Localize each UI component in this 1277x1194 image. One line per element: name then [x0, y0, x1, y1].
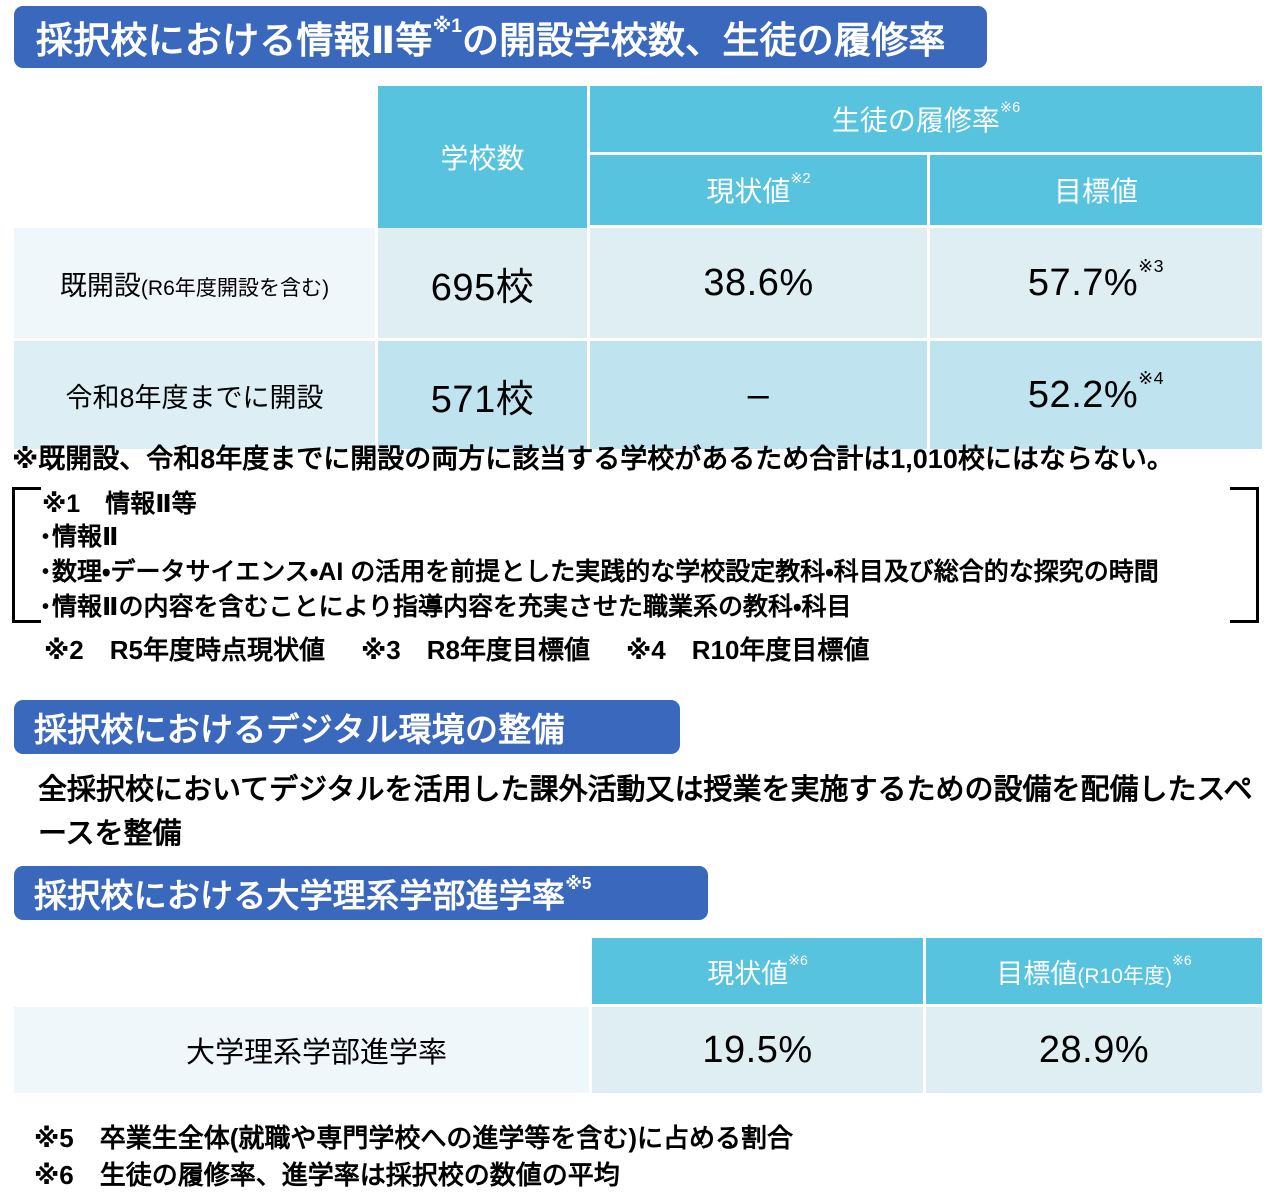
row-label-existing-paren: (R6年度開設を含む) [140, 276, 330, 300]
header-current-value: 現状値※2 [590, 155, 930, 228]
cell-current-by-r8: – [590, 341, 930, 449]
header-school-count: 学校数 [378, 86, 590, 228]
bracket-right [1230, 487, 1259, 623]
header-target-value: 目標値 [930, 155, 1263, 228]
section-heading-1-text-after: の開設学校数、生徒の履修率 [461, 20, 946, 61]
cell-school-count-existing: 695校 [378, 228, 590, 341]
header-enrollment-group: 生徒の履修率※6 [590, 86, 1263, 155]
table-header-row-top: 学校数 生徒の履修率※6 [14, 86, 1263, 228]
header2-target-value-sup: ※6 [1172, 952, 1192, 969]
header-enrollment-group-text: 生徒の履修率 [831, 105, 1000, 136]
cell-target-existing-sup: ※3 [1138, 255, 1165, 276]
cell-current-existing: 38.6% [590, 228, 930, 341]
cell-target-by-r8-sup: ※4 [1138, 367, 1165, 388]
header-current-value-sup: ※2 [790, 171, 811, 188]
header-enrollment-group-sup: ※6 [999, 100, 1021, 117]
row-label-university-rate: 大学理系学部進学率 [14, 1007, 592, 1093]
cell-current-university-rate: 19.5% [592, 1007, 926, 1093]
table2-corner-cell [14, 938, 592, 1007]
footnote-2: ※2 R5年度時点現状値 [44, 635, 325, 665]
footnote-3: ※3 R8年度目標値 [360, 635, 590, 665]
header2-current-value: 現状値※6 [592, 938, 926, 1007]
cell-target-existing: 57.7%※3 [930, 228, 1263, 341]
table-row: 大学理系学部進学率 19.5% 28.9% [14, 1007, 1262, 1093]
section-heading-3: 採択校における大学理系学部進学率 ※5 [14, 866, 708, 920]
cell-target-by-r8: 52.2%※4 [930, 341, 1263, 449]
header2-target-value-text: 目標値 [996, 958, 1078, 989]
section-heading-1-text: 採択校における情報Ⅱ等 [36, 20, 433, 61]
footnotes-234: ※2 R5年度時点現状値 ※3 R8年度目標値 ※4 R10年度目標値 [44, 634, 869, 667]
header-current-value-text: 現状値 [706, 176, 791, 207]
table-row: 令和8年度までに開設 571校 – 52.2%※4 [14, 341, 1263, 449]
section-heading-2-text: 採択校におけるデジタル環境の整備 [34, 711, 565, 748]
section-heading-2: 採択校におけるデジタル環境の整備 [14, 700, 680, 754]
enrollment-table: 学校数 生徒の履修率※6 現状値※2 目標値 既開設(R6年度開設を含む) 69… [14, 86, 1263, 449]
footnote-item: 情報Ⅱの内容を含むことにより指導内容を充実させた職業系の教科・科目 [42, 591, 1225, 626]
cell-school-count-by-r8: 571校 [378, 341, 590, 449]
footnote-4: ※4 R10年度目標値 [625, 635, 870, 665]
total-footnote: ※既開設、令和8年度までに開設の両方に該当する学校があるため合計は1,010校に… [12, 444, 1174, 474]
header2-target-value: 目標値(R10年度)※6 [926, 938, 1262, 1007]
header2-target-value-paren: (R10年度) [1077, 964, 1173, 988]
footnote-6: ※6 生徒の履修率、進学率は採択校の数値の平均 [34, 1160, 620, 1190]
header2-current-value-text: 現状値 [707, 958, 789, 989]
footnote-item: 数理・データサイエンス・AI の活用を前提とした実践的な学校設定教科・科目及び総… [42, 556, 1225, 591]
section-heading-1: 採択校における情報Ⅱ等 ※1 の開設学校数、生徒の履修率 [14, 6, 987, 68]
header2-current-value-sup: ※6 [788, 952, 808, 969]
footnotes-56: ※5 卒業生全体(就職や専門学校への進学等を含む)に占める割合 ※6 生徒の履修… [34, 1120, 793, 1194]
table-row: 既開設(R6年度開設を含む) 695校 38.6% 57.7%※3 [14, 228, 1263, 341]
footnote-title: ※1 情報Ⅱ等 [42, 490, 197, 518]
row-label-existing-text: 既開設 [59, 270, 141, 301]
footnote-bracket-box: ※1 情報Ⅱ等 情報Ⅱ 数理・データサイエンス・AI の活用を前提とした実践的な… [12, 487, 1259, 623]
row-label-by-r8: 令和8年度までに開設 [14, 341, 378, 449]
footnote-lines: ※1 情報Ⅱ等 情報Ⅱ 数理・データサイエンス・AI の活用を前提とした実践的な… [42, 488, 1225, 626]
footnote-item: 情報Ⅱ [42, 521, 1225, 556]
bracket-left [12, 487, 41, 623]
section-heading-3-text: 採択校における大学理系学部進学率 [34, 877, 566, 914]
table-corner-cell [14, 86, 378, 228]
row-label-by-r8-text: 令和8年度までに開設 [65, 382, 324, 413]
cell-target-by-r8-value: 52.2% [1027, 373, 1139, 416]
digital-section-body: 全採択校においてデジタルを活用した課外活動又は授業を実施するための設備を配備した… [38, 774, 1253, 850]
section-heading-3-sup: ※5 [565, 873, 592, 894]
university-rate-table: 現状値※6 目標値(R10年度)※6 大学理系学部進学率 19.5% 28.9% [14, 938, 1262, 1093]
table2-header-row: 現状値※6 目標値(R10年度)※6 [14, 938, 1262, 1007]
cell-target-existing-value: 57.7% [1027, 261, 1139, 304]
row-label-existing: 既開設(R6年度開設を含む) [14, 228, 378, 341]
footnote-5: ※5 卒業生全体(就職や専門学校への進学等を含む)に占める割合 [34, 1123, 794, 1153]
section-heading-1-sup: ※1 [432, 16, 462, 38]
cell-target-university-rate: 28.9% [926, 1007, 1262, 1093]
